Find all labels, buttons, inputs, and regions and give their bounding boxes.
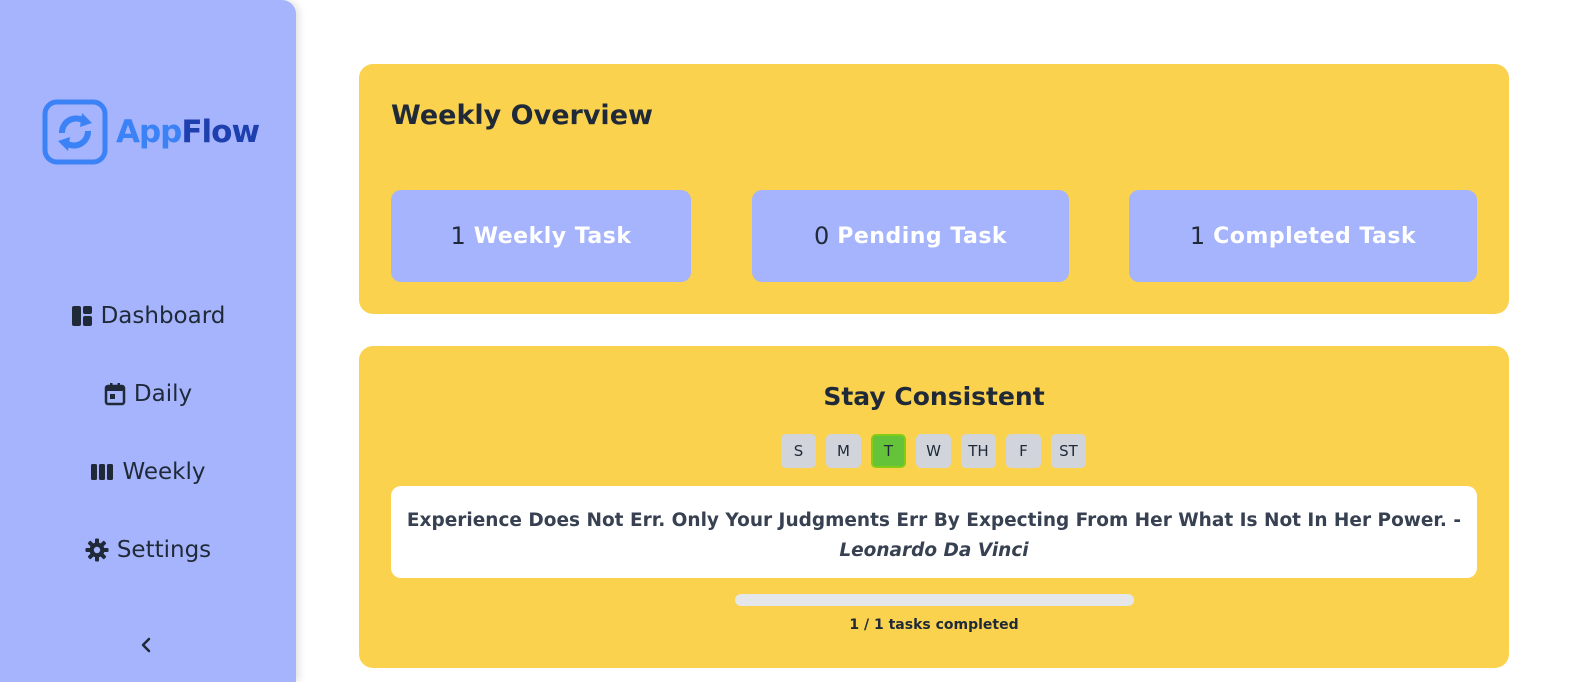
stat-pending-task[interactable]: 0 Pending Task xyxy=(752,190,1069,282)
sidebar-item-label: Settings xyxy=(116,537,212,563)
progress-text: 1 / 1 tasks completed xyxy=(849,617,1019,633)
day-friday[interactable]: F xyxy=(1006,434,1041,468)
day-tuesday[interactable]: T xyxy=(871,434,906,468)
app-logo-icon xyxy=(42,99,108,165)
sidebar-item-weekly[interactable]: Weekly xyxy=(0,453,296,491)
day-monday[interactable]: M xyxy=(826,434,861,468)
day-saturday[interactable]: ST xyxy=(1051,434,1086,468)
day-sunday[interactable]: S xyxy=(781,434,816,468)
sidebar-item-label: Dashboard xyxy=(100,303,226,329)
day-thursday[interactable]: TH xyxy=(961,434,996,468)
chevron-left-icon xyxy=(141,637,151,653)
calendar-icon xyxy=(104,383,126,406)
quote-text: Experience Does Not Err. Only Your Judgm… xyxy=(406,510,1462,531)
sidebar-item-daily[interactable]: Daily xyxy=(0,375,296,413)
overview-title: Weekly Overview xyxy=(391,100,653,131)
day-wednesday[interactable]: W xyxy=(916,434,951,468)
quote-author: Leonardo Da Vinci xyxy=(839,540,1029,561)
sidebar-item-label: Weekly xyxy=(122,459,206,485)
gear-icon xyxy=(85,538,109,562)
stat-value: 0 xyxy=(813,222,830,250)
app-logo[interactable]: AppFlow xyxy=(42,99,260,165)
stat-label: Completed Task xyxy=(1213,223,1417,249)
stat-value: 1 xyxy=(1189,222,1206,250)
progress-bar xyxy=(735,594,1134,606)
sidebar-item-settings[interactable]: Settings xyxy=(0,531,296,569)
stat-value: 1 xyxy=(450,222,466,250)
sidebar-item-label: Daily xyxy=(133,381,193,407)
sidebar-item-dashboard[interactable]: Dashboard xyxy=(0,297,296,335)
columns-icon xyxy=(91,464,114,480)
progress-fill xyxy=(735,594,1134,606)
stay-consistent-card: Stay Consistent S M T W TH F ST Experien… xyxy=(359,346,1509,668)
weekly-overview-card: Weekly Overview 1 Weekly Task 0 Pending … xyxy=(359,64,1509,314)
stat-label: Weekly Task xyxy=(473,223,632,249)
quote-box: Experience Does Not Err. Only Your Judgm… xyxy=(391,486,1477,578)
stat-weekly-task[interactable]: 1 Weekly Task xyxy=(391,190,691,282)
dashboard-icon xyxy=(71,306,92,326)
stat-completed-task[interactable]: 1 Completed Task xyxy=(1129,190,1477,282)
sidebar: AppFlow Dashboard Daily Weekly Settings xyxy=(0,0,296,682)
app-name: AppFlow xyxy=(116,114,260,150)
stat-label: Pending Task xyxy=(837,223,1008,249)
consistent-title: Stay Consistent xyxy=(823,382,1045,411)
day-selector: S M T W TH F ST xyxy=(781,434,1096,468)
collapse-sidebar-button[interactable] xyxy=(134,633,158,657)
